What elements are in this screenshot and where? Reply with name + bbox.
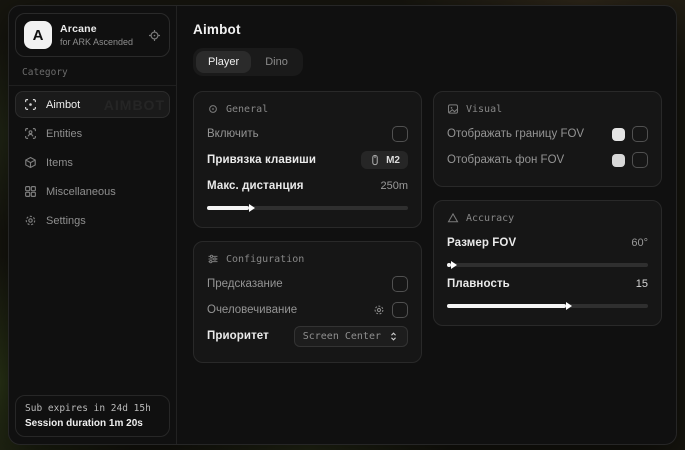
prediction-row: Предсказание [207, 271, 408, 297]
sidebar: A Arcane for ARK Ascended Category [9, 6, 177, 444]
sidebar-item-label: Miscellaneous [46, 186, 116, 198]
humanization-row: Очеловечивание [207, 297, 408, 323]
card-title: Visual [466, 104, 502, 115]
right-column: Visual Отображать границу FOV Отображать… [433, 91, 662, 326]
priority-label: Приоритет [207, 330, 269, 342]
fov-border-color-swatch[interactable] [612, 128, 625, 141]
smoothness-slider[interactable] [447, 304, 648, 308]
max-distance-value: 250m [380, 180, 408, 192]
session-card: Sub expires in 24d 15h Session duration … [15, 395, 170, 437]
priority-selected-value: Screen Center [303, 331, 381, 342]
fov-bg-row: Отображать фон FOV [447, 147, 648, 173]
brand-text: Arcane for ARK Ascended [60, 23, 140, 47]
accuracy-card: Accuracy Размер FOV 60° Плавность 15 [433, 200, 662, 326]
tab-bar: Player Dino [193, 48, 303, 76]
smoothness-label: Плавность [447, 278, 510, 290]
prediction-checkbox[interactable] [392, 276, 408, 292]
general-card-header: General [207, 103, 408, 115]
priority-row: Приоритет Screen Center [207, 323, 408, 349]
sidebar-item-label: Items [46, 157, 73, 169]
slider-handle[interactable] [249, 204, 255, 212]
session-duration-text: Session duration 1m 20s [25, 418, 160, 429]
crosshair-icon [24, 98, 37, 111]
sidebar-item-label: Settings [46, 215, 86, 227]
triangle-icon [447, 212, 459, 224]
smoothness-row: Плавность 15 [447, 271, 648, 297]
accuracy-card-header: Accuracy [447, 212, 648, 224]
sidebar-item-entities[interactable]: Entities [15, 120, 170, 147]
fov-size-row: Размер FOV 60° [447, 230, 648, 256]
brand-logo: A [24, 21, 52, 49]
category-label: Category [9, 57, 176, 86]
sidebar-item-label: Entities [46, 128, 82, 140]
gear-icon[interactable] [373, 304, 385, 316]
fov-size-value: 60° [631, 237, 648, 249]
humanization-checkbox[interactable] [392, 302, 408, 318]
brand-title: Arcane [60, 23, 140, 35]
fov-border-checkbox[interactable] [632, 126, 648, 142]
fov-border-label: Отображать границу FOV [447, 128, 584, 140]
tab-dino[interactable]: Dino [253, 51, 300, 73]
visual-card: Visual Отображать границу FOV Отображать… [433, 91, 662, 187]
entity-scan-icon [24, 127, 37, 140]
keybind-button[interactable]: M2 [361, 151, 408, 169]
target-icon[interactable] [148, 29, 161, 42]
sidebar-item-aimbot[interactable]: Aimbot AIMBOT [15, 91, 170, 118]
aimbot-watermark: AIMBOT [104, 97, 165, 113]
brand-card: A Arcane for ARK Ascended [15, 13, 170, 57]
sidebar-item-miscellaneous[interactable]: Miscellaneous [15, 178, 170, 205]
slider-handle[interactable] [451, 261, 457, 269]
configuration-card-header: Configuration [207, 253, 408, 265]
max-distance-row: Макс. дистанция 250m [207, 173, 408, 199]
sidebar-item-settings[interactable]: Settings [15, 207, 170, 234]
gear-icon [24, 214, 37, 227]
sidebar-nav: Aimbot AIMBOT Entities Items [9, 86, 176, 239]
fov-bg-label: Отображать фон FOV [447, 154, 564, 166]
slider-handle[interactable] [566, 302, 572, 310]
humanization-label: Очеловечивание [207, 304, 297, 316]
card-title: General [226, 104, 268, 115]
grid-icon [24, 185, 37, 198]
prediction-label: Предсказание [207, 278, 283, 290]
max-distance-label: Макс. дистанция [207, 180, 304, 192]
fov-bg-color-swatch[interactable] [612, 154, 625, 167]
keybind-label: Привязка клавиши [207, 154, 316, 166]
brand-subtitle: for ARK Ascended [60, 37, 140, 47]
fov-border-row: Отображать границу FOV [447, 121, 648, 147]
sub-expires-text: Sub expires in 24d 15h [25, 403, 160, 414]
mouse-icon [369, 154, 381, 166]
fov-size-label: Размер FOV [447, 237, 516, 249]
main-content: Aimbot Player Dino General [177, 6, 677, 444]
tab-player[interactable]: Player [196, 51, 251, 73]
enable-row: Включить [207, 121, 408, 147]
page-title: Aimbot [193, 22, 662, 37]
priority-dropdown[interactable]: Screen Center [294, 326, 408, 347]
image-icon [447, 103, 459, 115]
enable-checkbox[interactable] [392, 126, 408, 142]
sliders-icon [207, 253, 219, 265]
keybind-value: M2 [386, 155, 400, 166]
cheat-menu-window: A Arcane for ARK Ascended Category [8, 5, 677, 445]
keybind-row: Привязка клавиши M2 [207, 147, 408, 173]
sidebar-item-items[interactable]: Items [15, 149, 170, 176]
configuration-card: Configuration Предсказание Очеловечивани… [193, 241, 422, 363]
visual-card-header: Visual [447, 103, 648, 115]
target-icon [207, 103, 219, 115]
card-title: Accuracy [466, 213, 514, 224]
fov-bg-checkbox[interactable] [632, 152, 648, 168]
max-distance-slider[interactable] [207, 206, 408, 210]
enable-label: Включить [207, 128, 259, 140]
fov-size-slider[interactable] [447, 263, 648, 267]
box-icon [24, 156, 37, 169]
sidebar-item-label: Aimbot [46, 99, 80, 111]
general-card: General Включить Привязка клавиши [193, 91, 422, 228]
left-column: General Включить Привязка клавиши [193, 91, 422, 363]
smoothness-value: 15 [636, 278, 648, 290]
card-title: Configuration [226, 254, 304, 265]
unfold-icon [388, 331, 399, 342]
card-grid: General Включить Привязка клавиши [193, 91, 662, 363]
